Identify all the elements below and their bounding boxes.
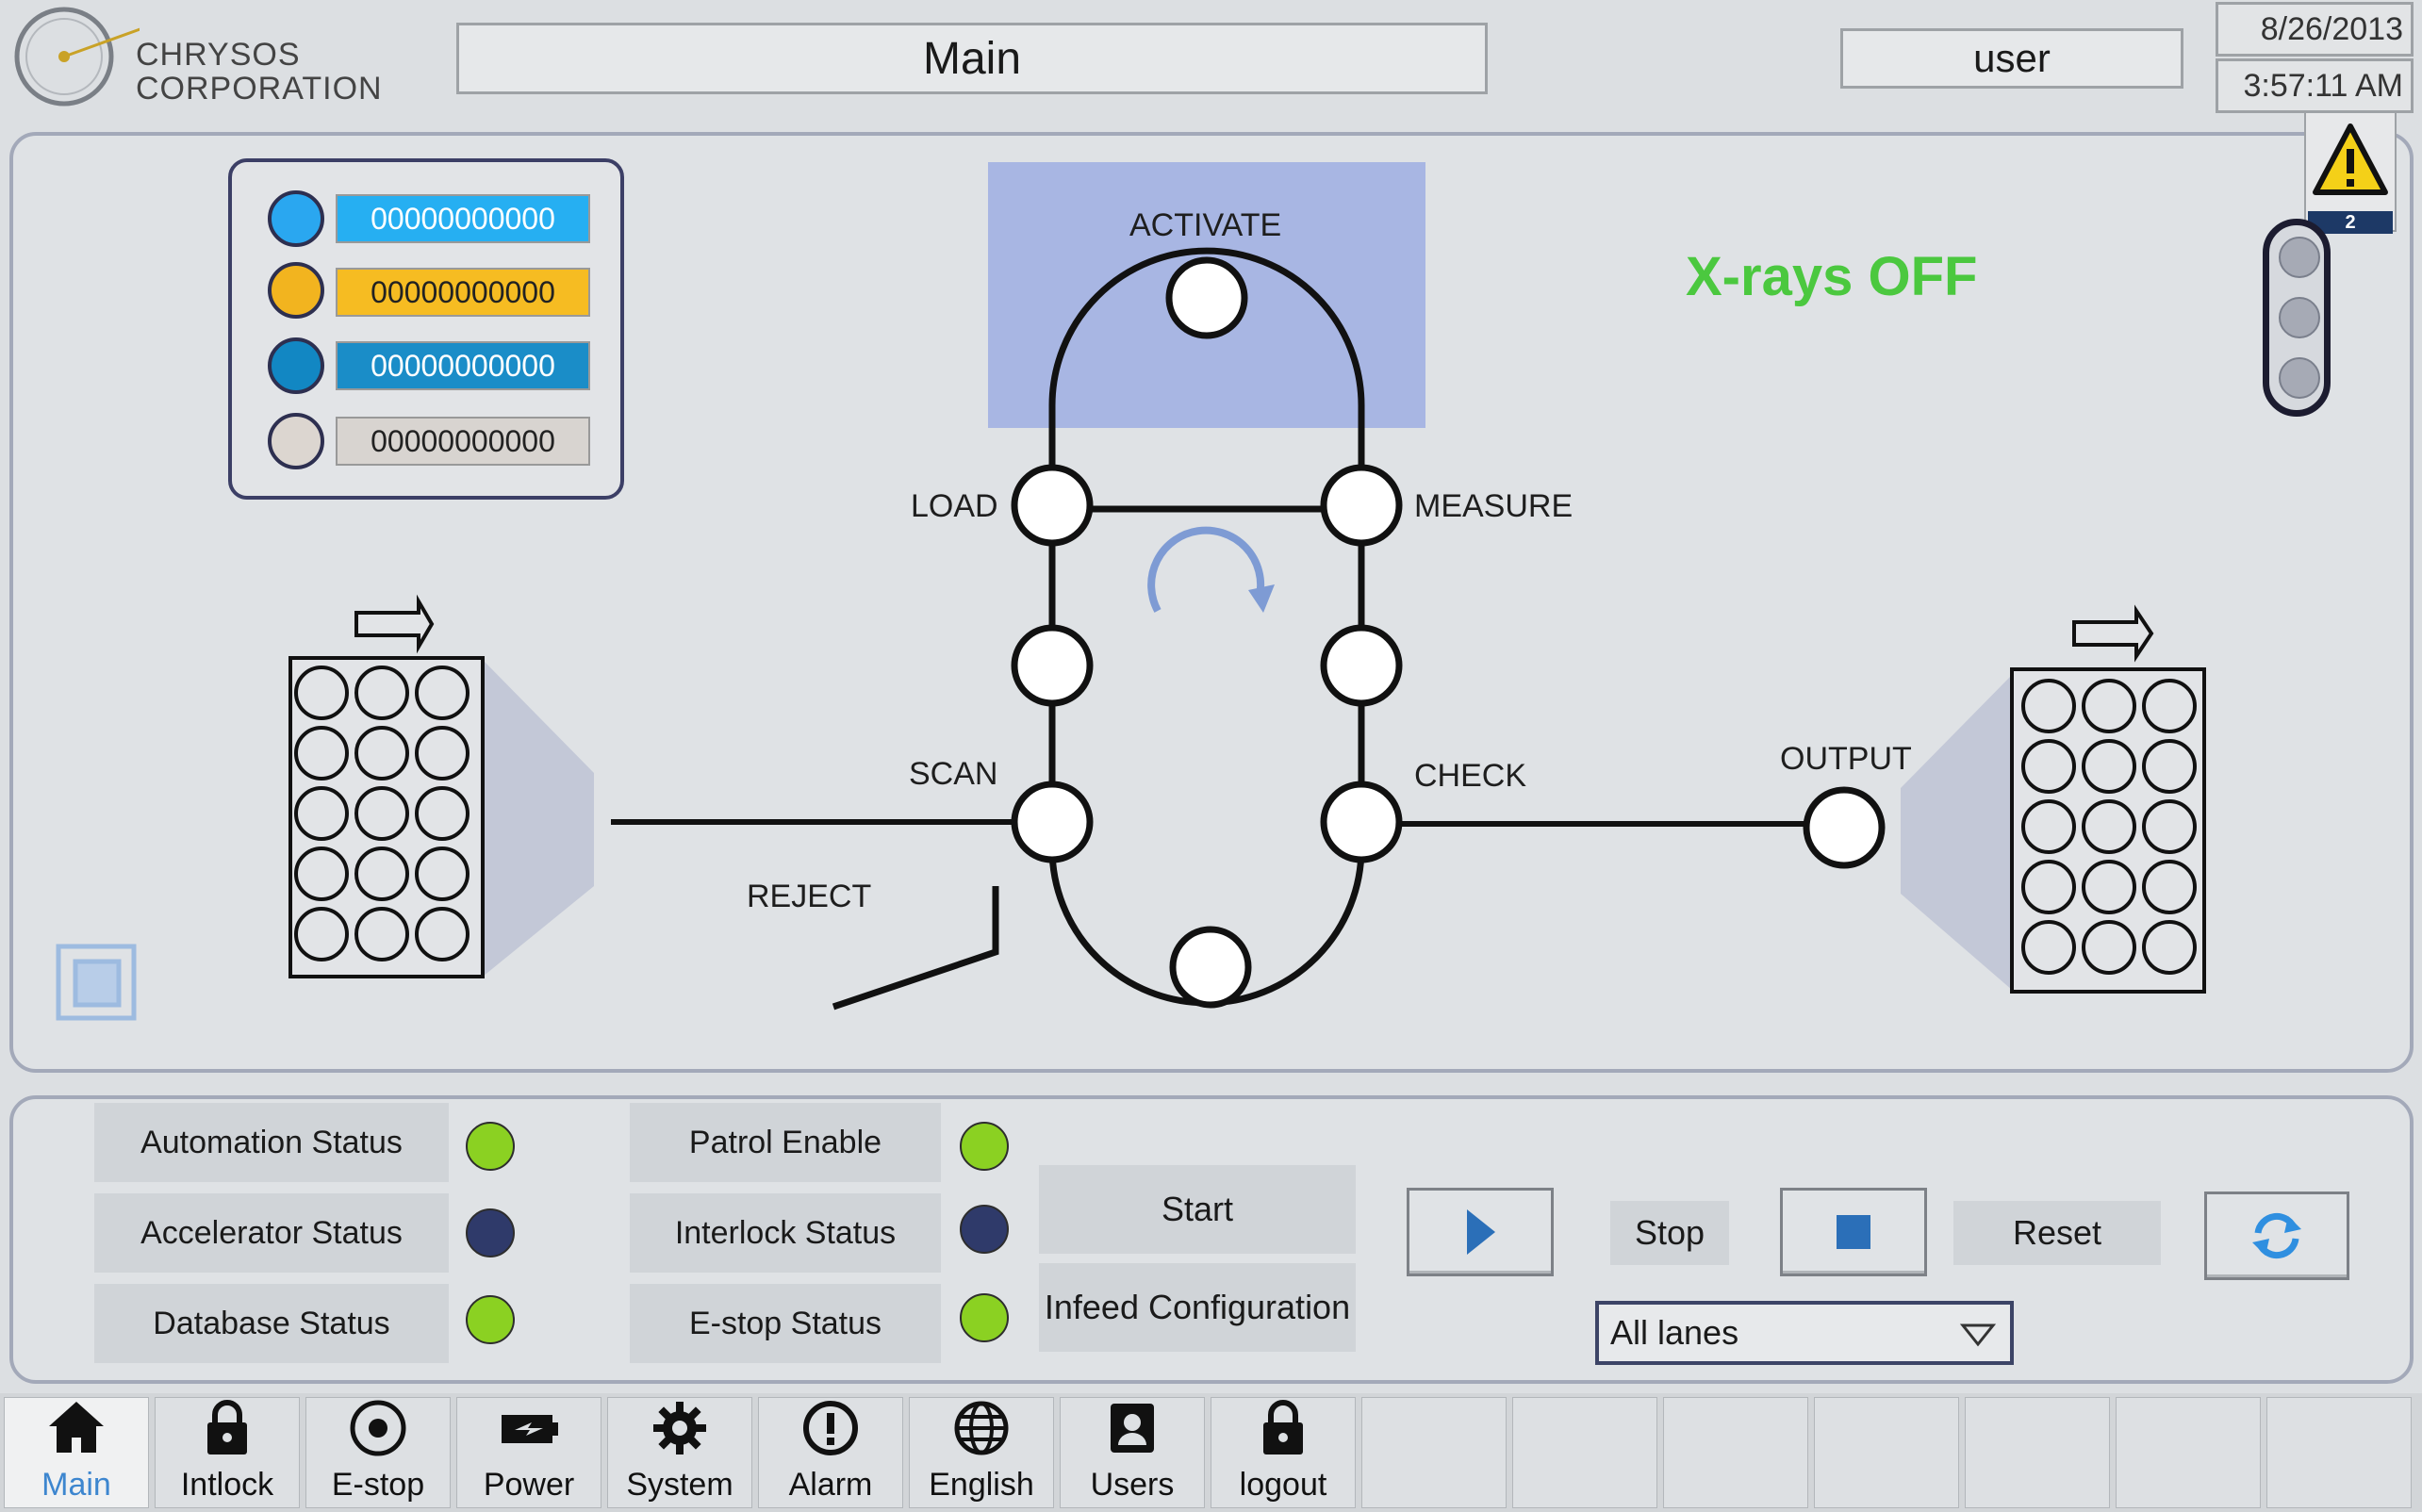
- nav-label: Intlock: [180, 1467, 274, 1503]
- power-icon: [496, 1394, 562, 1465]
- stack-light: [2263, 219, 2331, 417]
- station-label-reject: REJECT: [747, 879, 872, 914]
- estop-status-led: [960, 1293, 1009, 1342]
- globe-icon: [948, 1394, 1014, 1465]
- station-label-load: LOAD: [911, 488, 998, 524]
- estop-icon: [345, 1394, 411, 1465]
- station-label-activate: ACTIVATE: [1129, 207, 1282, 243]
- stack-light-lamp-middle: [2279, 297, 2320, 338]
- database-status-led: [466, 1295, 515, 1344]
- stack-light-lamp-top: [2279, 237, 2320, 278]
- stop-button[interactable]: Stop: [1610, 1201, 1729, 1265]
- nav-intlock-button[interactable]: Intlock: [155, 1397, 300, 1508]
- estop-status-label: E-stop Status: [630, 1284, 941, 1363]
- accelerator-status-label: Accelerator Status: [94, 1193, 449, 1273]
- nav-label: logout: [1239, 1467, 1327, 1503]
- nav-label: English: [929, 1467, 1034, 1503]
- automation-status-label: Automation Status: [94, 1103, 449, 1182]
- nav-alarm-button[interactable]: Alarm: [758, 1397, 903, 1508]
- station-output[interactable]: [1803, 786, 1886, 869]
- start-button[interactable]: Start: [1039, 1165, 1356, 1254]
- lane-select[interactable]: All lanes: [1595, 1301, 2014, 1365]
- automation-status-led: [466, 1122, 515, 1171]
- nav-system-button[interactable]: System: [607, 1397, 752, 1508]
- stop-square-icon: [1837, 1215, 1870, 1249]
- xrays-status: X-rays OFF: [1686, 246, 1978, 307]
- refresh-icon: [2252, 1212, 2301, 1259]
- nav-label: System: [626, 1467, 733, 1503]
- station-load[interactable]: [1011, 464, 1094, 547]
- nav-label: Power: [483, 1467, 575, 1503]
- station-label-check: CHECK: [1414, 758, 1527, 794]
- nav-empty-slot: [1663, 1397, 1808, 1508]
- nav-label: Main: [41, 1467, 111, 1503]
- refresh-button[interactable]: [2204, 1192, 2349, 1280]
- stop-square-button[interactable]: [1780, 1188, 1927, 1276]
- nav-empty-slot: [1814, 1397, 1959, 1508]
- warning-icon: [2313, 123, 2388, 195]
- station-check[interactable]: [1320, 781, 1403, 863]
- lock-icon: [194, 1394, 260, 1465]
- nav-label: E-stop: [331, 1467, 425, 1503]
- station-label-output: OUTPUT: [1780, 741, 1912, 777]
- patrol-enable-label: Patrol Enable: [630, 1103, 941, 1182]
- nav-empty-slot: [1361, 1397, 1507, 1508]
- nav-empty-slot: [2116, 1397, 2261, 1508]
- nav-logout-button[interactable]: logout: [1211, 1397, 1356, 1508]
- nav-users-button[interactable]: Users: [1060, 1397, 1205, 1508]
- station-measure[interactable]: [1320, 464, 1403, 547]
- station-markers: [1011, 256, 1886, 1009]
- station-activate[interactable]: [1165, 256, 1248, 339]
- reset-button[interactable]: Reset: [1953, 1201, 2161, 1265]
- station-measure-2[interactable]: [1320, 624, 1403, 707]
- interlock-status-label: Interlock Status: [630, 1193, 941, 1273]
- nav-main-button[interactable]: Main: [4, 1397, 149, 1508]
- play-button[interactable]: [1407, 1188, 1554, 1276]
- station-load-2[interactable]: [1011, 624, 1094, 707]
- lock-icon: [1250, 1394, 1316, 1465]
- home-icon: [43, 1394, 109, 1465]
- gear-icon: [647, 1394, 713, 1465]
- window-restore-icon[interactable]: [55, 943, 138, 1022]
- nav-english-button[interactable]: English: [909, 1397, 1054, 1508]
- nav-label: Alarm: [788, 1467, 873, 1503]
- station-label-scan: SCAN: [909, 756, 998, 792]
- stack-light-lamp-bottom: [2279, 357, 2320, 399]
- user-icon: [1099, 1394, 1165, 1465]
- play-icon: [1467, 1209, 1495, 1255]
- nav-empty-slot: [1512, 1397, 1657, 1508]
- nav-empty-slot: [2266, 1397, 2412, 1508]
- nav-label: Users: [1090, 1467, 1175, 1503]
- accelerator-status-led: [466, 1208, 515, 1257]
- infeed-configuration-button[interactable]: Infeed Configuration: [1039, 1263, 1356, 1352]
- nav-power-button[interactable]: Power: [456, 1397, 601, 1508]
- nav-empty-slot: [1965, 1397, 2110, 1508]
- station-reject[interactable]: [1169, 926, 1252, 1009]
- patrol-enable-led: [960, 1122, 1009, 1171]
- database-status-label: Database Status: [94, 1284, 449, 1363]
- lane-select-value: All lanes: [1610, 1313, 1739, 1352]
- station-label-measure: MEASURE: [1414, 488, 1573, 524]
- nav-estop-button[interactable]: E-stop: [305, 1397, 451, 1508]
- alarm-icon: [798, 1394, 864, 1465]
- interlock-status-led: [960, 1205, 1009, 1254]
- station-scan[interactable]: [1011, 781, 1094, 863]
- chevron-down-icon: [1959, 1323, 1997, 1347]
